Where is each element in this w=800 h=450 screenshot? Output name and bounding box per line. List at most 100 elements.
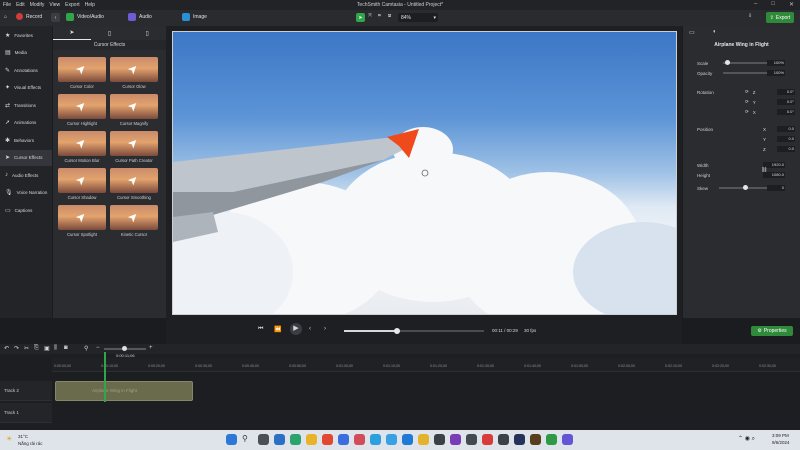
tab-video-audio[interactable]: Video/Audio [66, 13, 104, 21]
edge-icon[interactable] [290, 434, 301, 445]
sidebar-item[interactable]: ✱ Behaviors [0, 132, 52, 148]
effect-thumbnail[interactable]: ➤ Cursor Path Creator [110, 131, 158, 165]
collapse-chevron-icon[interactable]: ‹ [51, 13, 60, 22]
paint-icon[interactable] [450, 434, 461, 445]
tab-cursor[interactable]: ➤ [53, 26, 91, 40]
next-icon[interactable]: › [324, 326, 326, 332]
rotation-y-value[interactable]: 0.0° [777, 99, 795, 105]
minimize-icon[interactable]: – [754, 1, 757, 8]
skew-slider[interactable] [719, 185, 771, 190]
clock-date[interactable]: 9/6/2024 [772, 440, 790, 445]
clock-time[interactable]: 3:09 PM [772, 433, 789, 438]
effect-thumbnail[interactable]: ➤ Cursor Magnify [110, 94, 158, 128]
tab-audio[interactable]: Audio [128, 13, 152, 21]
sidebar-item[interactable]: ➚ Animations [0, 115, 52, 131]
video-props-tab-icon[interactable]: ▭ [689, 29, 695, 36]
search-icon[interactable]: ⚲ [242, 434, 253, 445]
sidebar-item[interactable]: ▭ Captions [0, 202, 52, 218]
opacity-slider[interactable] [723, 70, 774, 75]
position-z-value[interactable]: 0.0 [777, 146, 795, 152]
close-icon[interactable]: ✕ [789, 1, 794, 8]
crop-tool-icon[interactable]: ⌗ [378, 13, 381, 19]
cut-icon[interactable]: ✂ [24, 345, 29, 352]
settings-icon[interactable] [434, 434, 445, 445]
effect-thumbnail[interactable]: ➤ Cursor Color [58, 57, 106, 91]
zoom-out-icon[interactable]: − [96, 345, 100, 351]
home-icon[interactable]: ⌂ [4, 14, 7, 20]
position-y-value[interactable]: 0.0 [777, 136, 795, 142]
sidebar-item[interactable]: ✎ Annotations [0, 62, 52, 78]
effect-thumbnail[interactable]: ➤ Cursor Highlight [58, 94, 106, 128]
scale-value[interactable]: 100% [767, 60, 785, 66]
sidebar-item[interactable]: ♪ Audio Effects [0, 167, 52, 183]
tab-right-click[interactable]: ▯ [128, 26, 166, 40]
messenger-icon[interactable] [386, 434, 397, 445]
zalo-icon[interactable] [338, 434, 349, 445]
scrubber-track[interactable] [344, 328, 484, 334]
play-button[interactable]: ▶ [290, 323, 302, 335]
split-icon[interactable]: ⫼ [54, 345, 57, 352]
sidebar-item[interactable]: ⇄ Transitions [0, 97, 52, 113]
task-view-icon[interactable] [258, 434, 269, 445]
start-icon[interactable] [226, 434, 237, 445]
copy-icon[interactable]: ⎘ [34, 345, 39, 352]
sidebar-item[interactable]: ➤ Cursor Effects [0, 149, 52, 166]
vscode-icon[interactable] [514, 434, 525, 445]
github-icon[interactable] [466, 434, 477, 445]
audiate-icon[interactable] [562, 434, 573, 445]
playhead[interactable] [104, 352, 106, 402]
opacity-value[interactable]: 100% [767, 70, 785, 76]
skew-knob[interactable] [742, 185, 748, 190]
effect-thumbnail[interactable]: ➤ Cursor Spotlight [58, 205, 106, 239]
weather-temp[interactable]: 31°C [18, 434, 28, 439]
app2-icon[interactable] [530, 434, 541, 445]
tray-icons[interactable]: ⌃ ◉ ⌕ [738, 435, 755, 443]
redo-icon[interactable]: ↷ [14, 345, 19, 352]
audio-props-tab-icon[interactable]: ◐ [713, 29, 717, 35]
scale-knob[interactable] [725, 60, 731, 65]
effect-thumbnail[interactable]: ➤ Cursor Motion Blur [58, 131, 106, 165]
timeline-clip[interactable]: Airplane Wing in Flight [55, 381, 193, 401]
sidebar-item[interactable]: 🎙 Voice Narration [0, 185, 52, 201]
download-icon[interactable]: ⇩ [748, 13, 752, 19]
effect-thumbnail[interactable]: ➤ Cursor Glow [110, 57, 158, 91]
scale-slider[interactable] [723, 60, 771, 65]
effect-thumbnail[interactable]: ➤ Cursor Smoothing [110, 168, 158, 202]
chrome-icon[interactable] [418, 434, 429, 445]
zoom-select[interactable]: 84% ▾ [398, 13, 438, 22]
select-tool-icon[interactable]: ➤ [356, 13, 365, 22]
camtasia-icon[interactable] [546, 434, 557, 445]
height-value[interactable]: 1080.0 [763, 172, 785, 178]
properties-button[interactable]: ⚙ Properties [751, 326, 793, 336]
track-1-header[interactable]: Track 1 [0, 403, 52, 423]
undo-icon[interactable]: ↶ [4, 345, 9, 352]
rotation-z-value[interactable]: 0.0° [777, 89, 795, 95]
weather-desc[interactable]: Nắng rải rác [18, 441, 43, 446]
scrubber-knob[interactable] [394, 328, 401, 334]
zoom-in-icon[interactable]: + [149, 345, 153, 351]
record-button[interactable]: Record [16, 13, 42, 20]
teams-icon[interactable] [402, 434, 413, 445]
telegram-icon[interactable] [370, 434, 381, 445]
position-x-value[interactable]: 0.0 [777, 126, 795, 132]
terminal-icon[interactable] [498, 434, 509, 445]
file-explorer-icon[interactable] [306, 434, 317, 445]
sidebar-item[interactable]: ▤ Media [0, 45, 52, 61]
capcut-icon[interactable] [322, 434, 333, 445]
effect-thumbnail[interactable]: ➤ Cursor Shadow [58, 168, 106, 202]
rewind-icon[interactable]: ⏮ [258, 326, 263, 333]
track-2-header[interactable]: Track 2 [0, 381, 52, 401]
tab-image[interactable]: Image [182, 13, 207, 21]
pan-tool-icon[interactable]: ⤧ [368, 13, 372, 19]
video-app-icon[interactable] [274, 434, 285, 445]
skew-value[interactable]: 0 [767, 185, 785, 191]
effect-thumbnail[interactable]: ➤ Kinetic Cursor [110, 205, 158, 239]
sidebar-item[interactable]: ★ Favorites [0, 27, 52, 43]
timeline-zoom-knob[interactable] [122, 346, 127, 351]
export-button[interactable]: ⇪ Export [766, 12, 794, 23]
snapshot-icon[interactable]: ◙ [64, 345, 68, 351]
powerpoint-icon[interactable] [482, 434, 493, 445]
timeline-zoom-slider[interactable] [104, 346, 146, 351]
app-icon[interactable] [354, 434, 365, 445]
timeline-ruler[interactable]: 0:00:00;00 0:00:10;00 0:00:20;00 0:00:30;00… [52, 358, 800, 372]
